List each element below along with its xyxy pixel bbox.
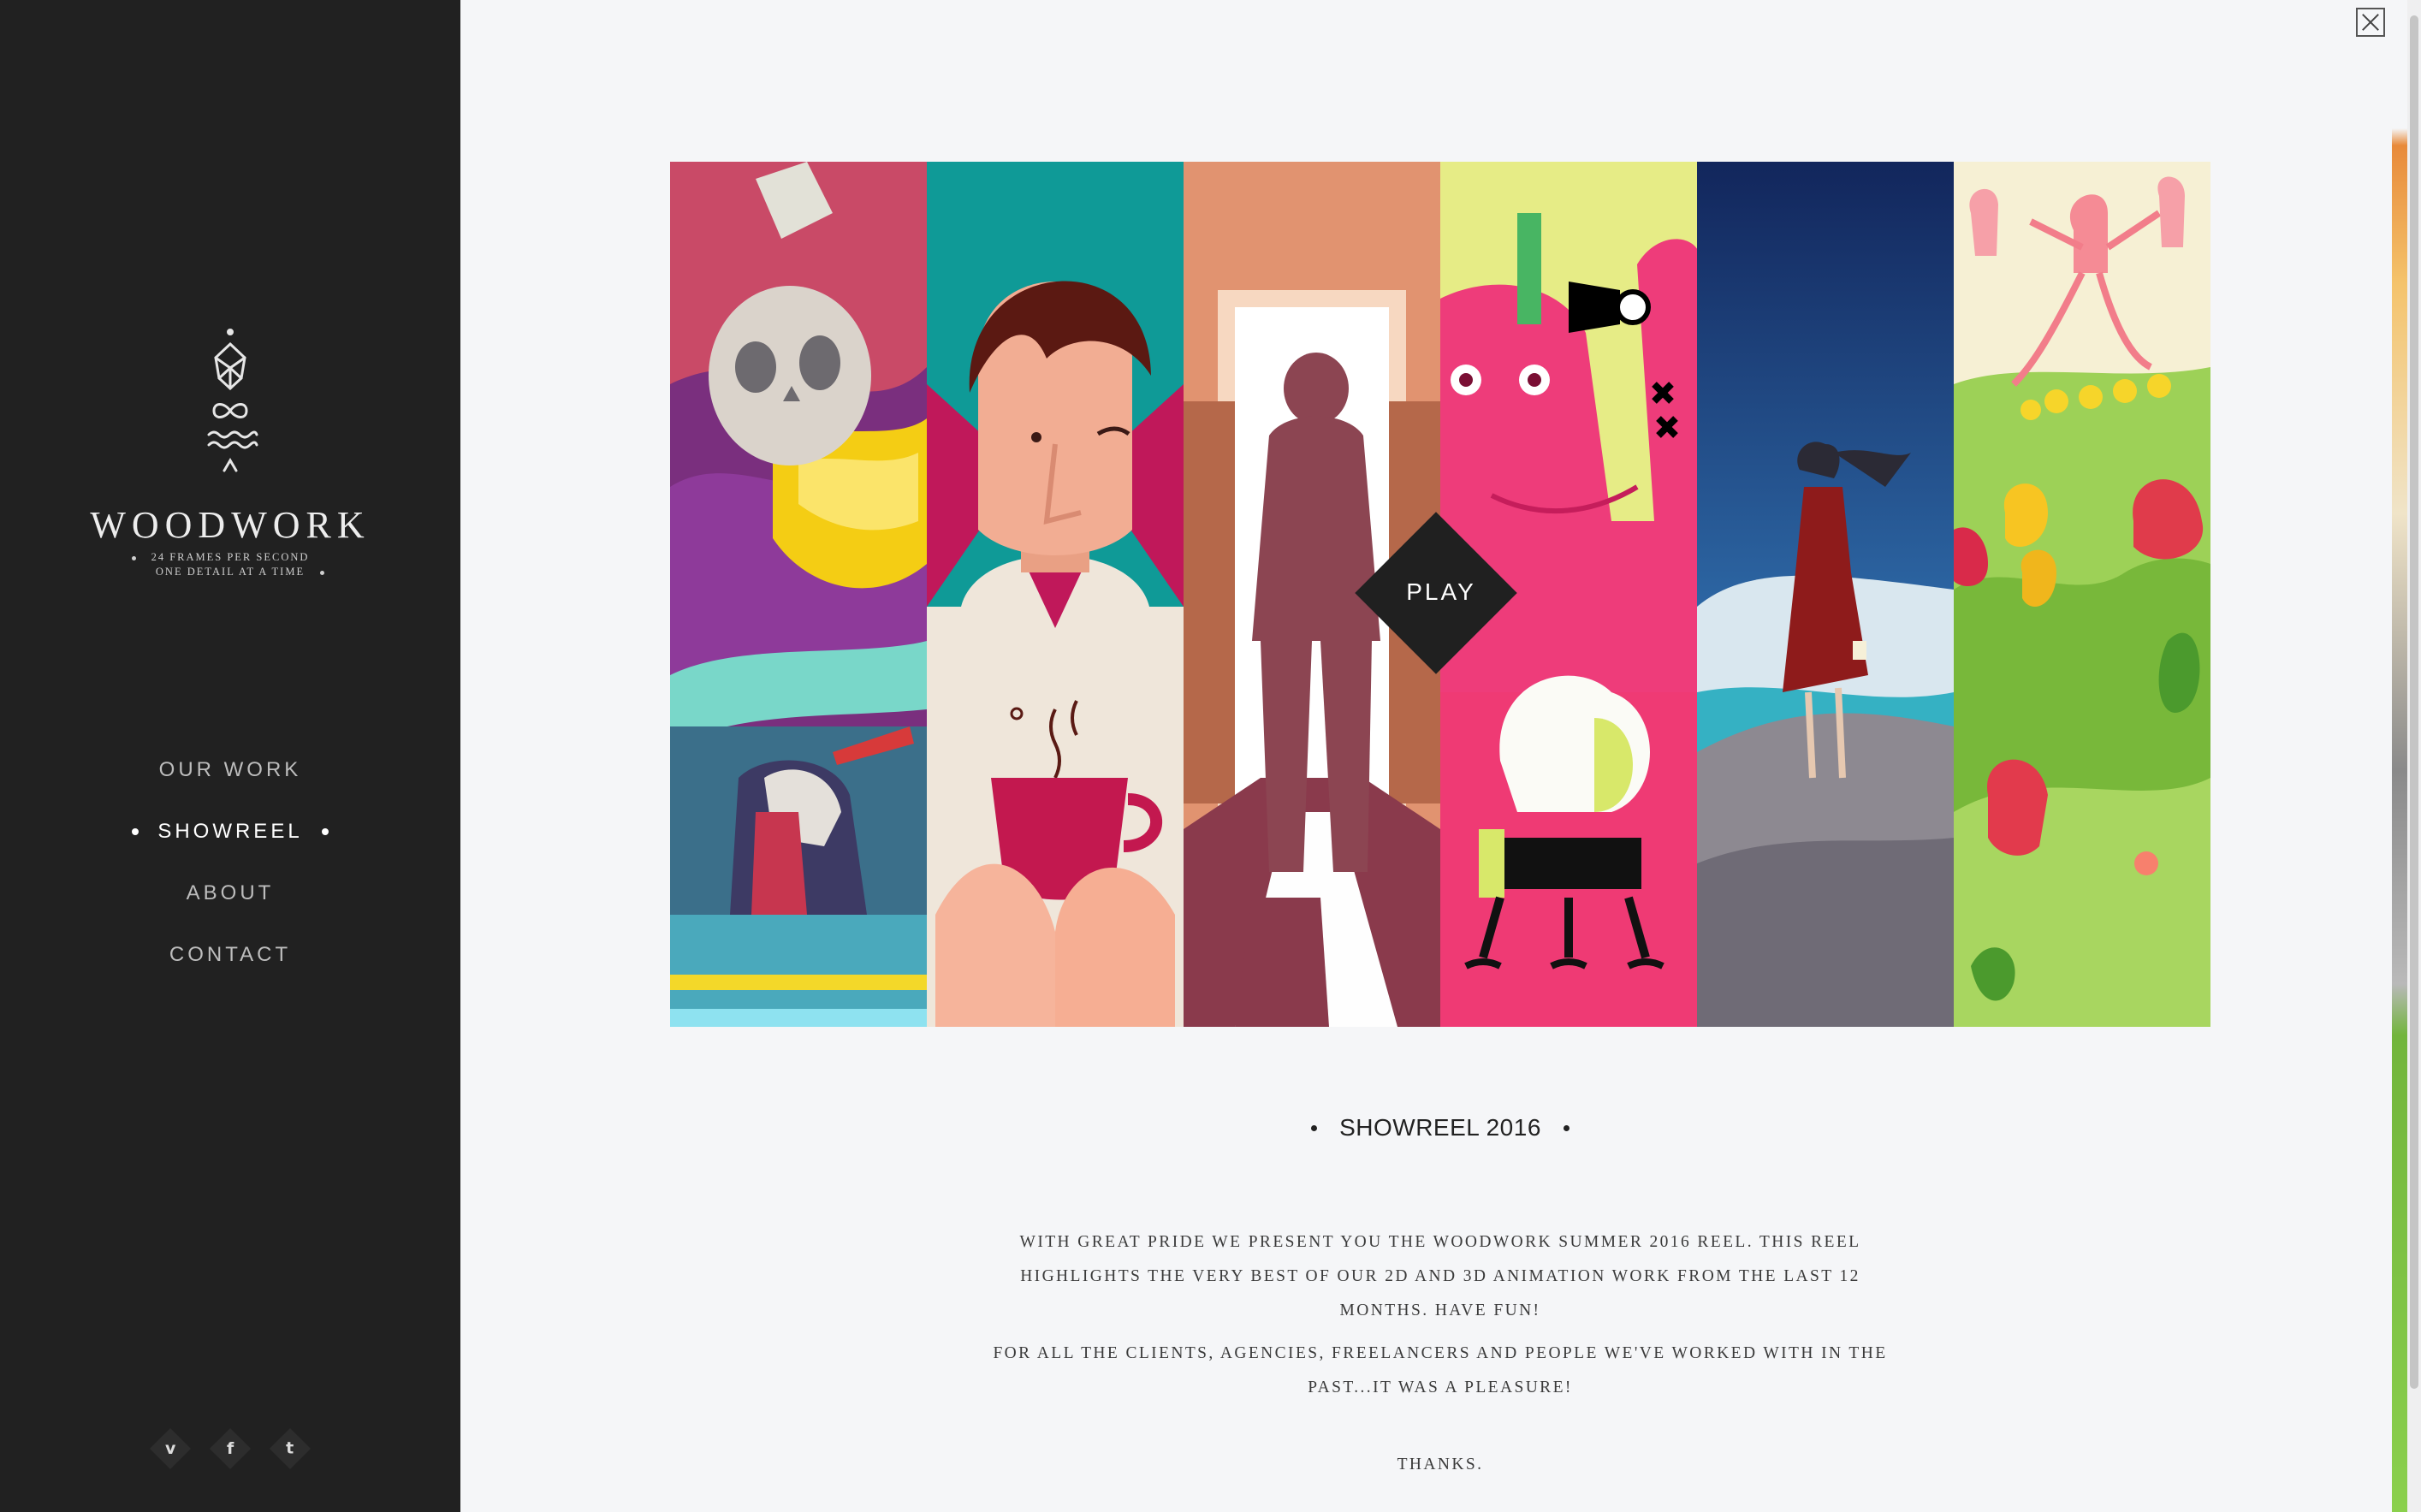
reel-description: WITH GREAT PRIDE WE PRESENT YOU THE WOOD…: [1019, 1233, 1861, 1319]
tagline: 24 FRAMES PER SECOND: [0, 550, 460, 565]
facebook-icon[interactable]: f: [209, 1427, 252, 1470]
nav-item-label: ABOUT: [186, 881, 275, 904]
twitter-glyph: t: [286, 1439, 294, 1458]
nav-item-our-work[interactable]: OUR WORK: [0, 755, 460, 816]
reel-panel-5-art: [1697, 162, 1954, 1027]
reel-thanks-note: FOR ALL THE CLIENTS, AGENCIES, FREELANCE…: [993, 1344, 1888, 1396]
nav-item-label: OUR WORK: [158, 758, 302, 781]
nav-item-showreel[interactable]: SHOWREEL: [0, 816, 460, 878]
brand-name: WOODWORK: [90, 504, 371, 546]
reel-title: SHOWREEL 2016: [670, 1114, 2210, 1141]
twitter-icon[interactable]: t: [269, 1427, 312, 1470]
title-dot: [1311, 1124, 1318, 1131]
nav-item-label: CONTACT: [169, 943, 292, 966]
active-dot: [321, 828, 329, 835]
reel-title-text: SHOWREEL 2016: [1339, 1114, 1541, 1141]
scrollbar-thumb[interactable]: [2410, 15, 2418, 1389]
reel-panel-skull: [670, 162, 927, 1027]
facebook-glyph: f: [226, 1439, 234, 1458]
vimeo-glyph: v: [164, 1438, 176, 1458]
title-dot: [1563, 1124, 1569, 1131]
tagline-dot: [320, 570, 325, 575]
nav-item-label: SHOWREEL: [157, 820, 303, 843]
nav-item-contact[interactable]: CONTACT: [0, 940, 460, 1001]
reel-panel-coffee: [927, 162, 1184, 1027]
reel-panel-jungle: [1954, 162, 2210, 1027]
play-button[interactable]: PLAY: [1369, 578, 1513, 606]
background-slide-peek: [2392, 0, 2407, 1512]
social-links: v f t: [0, 1427, 460, 1470]
nav-item-about[interactable]: ABOUT: [0, 878, 460, 940]
sidebar: WOODWORK 24 FRAMES PER SECOND ONE DETAIL…: [0, 0, 460, 1512]
woodwork-logo-icon: [207, 329, 258, 472]
main-nav: OUR WORK SHOWREEL ABOUT CONTACT: [0, 755, 460, 1001]
active-dot: [132, 828, 139, 835]
reel-panel-night: [1697, 162, 1954, 1027]
tagline-line-2: ONE DETAIL AT A TIME: [155, 566, 306, 578]
reel-panel-6-art: [1954, 162, 2210, 1027]
reel-panel-1-art: [670, 162, 927, 1027]
logo[interactable]: WOODWORK 24 FRAMES PER SECOND ONE DETAIL…: [0, 325, 460, 579]
tagline-dot: [131, 555, 136, 560]
close-icon[interactable]: [2356, 8, 2385, 37]
tagline-2: ONE DETAIL AT A TIME: [0, 565, 460, 579]
reel-signoff: THANKS.: [1397, 1456, 1484, 1473]
vimeo-icon[interactable]: v: [149, 1427, 192, 1470]
reel-panel-2-art: [927, 162, 1184, 1027]
tagline-line-1: 24 FRAMES PER SECOND: [151, 551, 310, 563]
